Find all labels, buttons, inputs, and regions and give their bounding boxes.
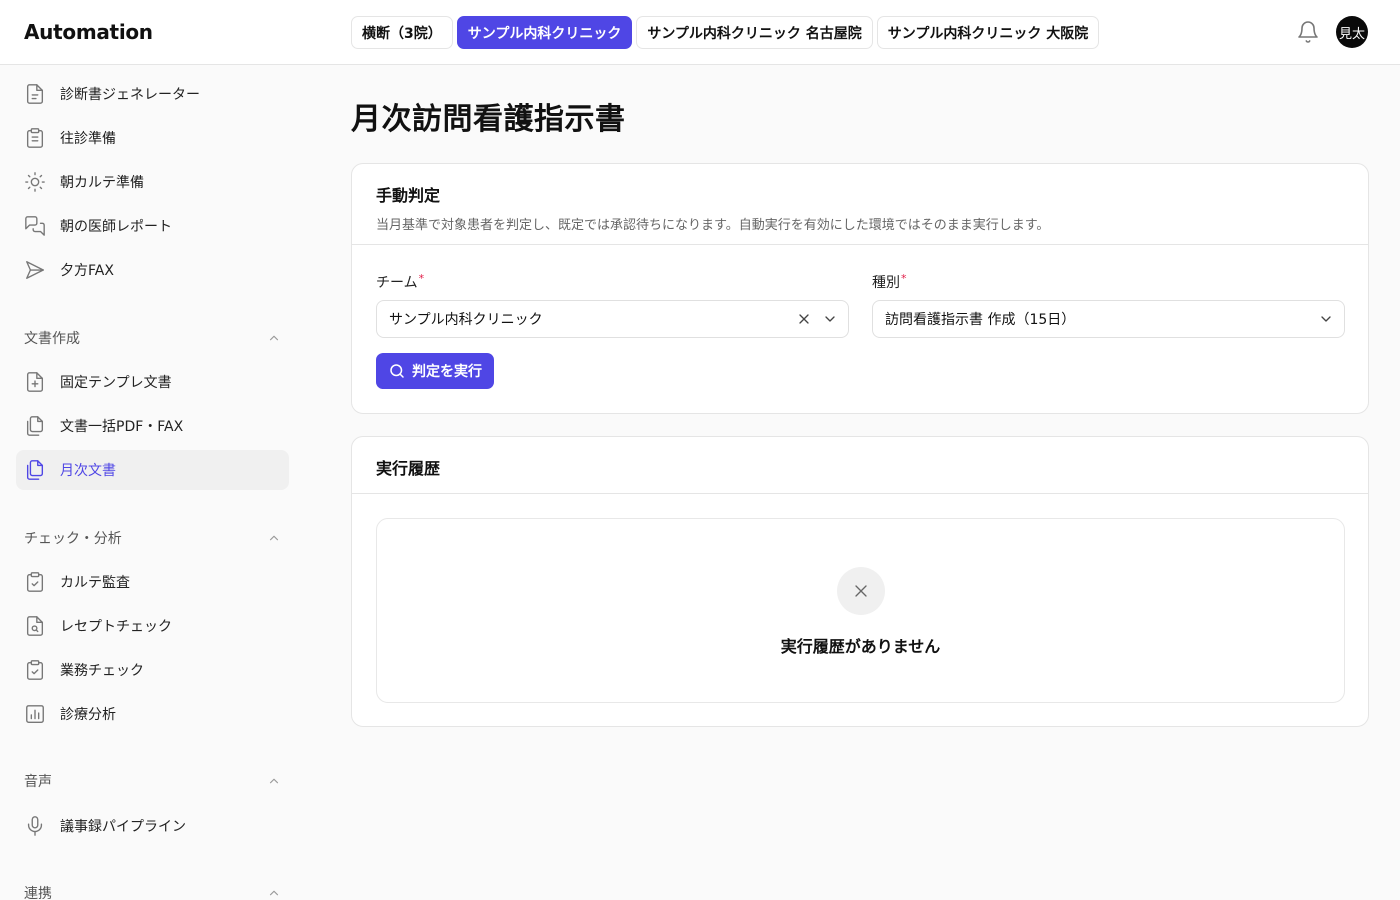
section-integration[interactable]: 連携 [16, 877, 289, 900]
team-select-value: サンプル内科クリニック [389, 312, 543, 328]
microphone-icon [24, 815, 46, 837]
sidebar-item-home-visit-prep[interactable]: 往診準備 [16, 118, 289, 158]
file-search-icon [24, 615, 46, 637]
sidebar-item-label: 議事録パイプライン [60, 819, 186, 835]
avatar[interactable]: 見太 [1336, 16, 1368, 48]
sidebar-item-evening-fax[interactable]: 夕方FAX [16, 250, 289, 290]
chevron-up-icon [269, 890, 279, 896]
section-document-creation[interactable]: 文書作成 [16, 322, 289, 354]
sidebar-item-doctor-report[interactable]: 朝の医師レポート [16, 206, 289, 246]
team-select[interactable]: サンプル内科クリニック [376, 300, 849, 338]
search-icon [390, 364, 404, 378]
chevron-down-icon [825, 316, 835, 322]
clipboard-check-icon [24, 659, 46, 681]
card-title: 実行履歴 [376, 459, 441, 478]
send-icon [24, 259, 46, 281]
clipboard-check-icon [24, 571, 46, 593]
page-title: 月次訪問看護指示書 [351, 102, 626, 137]
sidebar-item-minutes-pipeline[interactable]: 議事録パイプライン [16, 806, 289, 846]
sidebar-item-certificate-generator[interactable]: 診断書ジェネレーター [16, 74, 289, 114]
sidebar-item-label: レセプトチェック [60, 619, 172, 635]
team-label: チーム* [376, 272, 424, 292]
sidebar-item-chart-audit[interactable]: カルテ監査 [16, 562, 289, 602]
sidebar-item-label: カルテ監査 [60, 575, 130, 591]
run-judgment-label: 判定を実行 [412, 364, 482, 380]
sidebar-item-receipt-check[interactable]: レセプトチェック [16, 606, 289, 646]
top-header: Automation 横断（3院） サンプル内科クリニック サンプル内科クリニッ… [0, 0, 1400, 65]
section-title: 連携 [24, 886, 52, 900]
sidebar-item-label: 文書一括PDF・FAX [60, 419, 184, 435]
sidebar: 診断書ジェネレーター 往診準備 朝カルテ準備 朝の医師レポート 夕方FAX 文書… [0, 65, 305, 900]
card-description: 当月基準で対象患者を判定し、既定では承認待ちになります。自動実行を有効にした環境… [376, 218, 1050, 233]
file-plus-icon [24, 371, 46, 393]
type-label: 種別* [872, 272, 907, 292]
bar-chart-icon [24, 703, 46, 725]
tab-sample-clinic[interactable]: サンプル内科クリニック [456, 16, 633, 49]
sidebar-item-clinical-analysis[interactable]: 診療分析 [16, 694, 289, 734]
clipboard-list-icon [24, 127, 46, 149]
section-check-analysis[interactable]: チェック・分析 [16, 522, 289, 554]
sidebar-item-label: 夕方FAX [60, 263, 114, 279]
section-title: 音声 [24, 774, 52, 790]
sidebar-item-label: 固定テンプレ文書 [60, 375, 172, 391]
section-title: 文書作成 [24, 331, 80, 347]
tab-cross-clinic[interactable]: 横断（3院） [351, 16, 453, 49]
chat-bubbles-icon [24, 215, 46, 237]
chevron-up-icon [269, 535, 279, 541]
team-label-text: チーム [376, 275, 418, 291]
chevron-up-icon [269, 335, 279, 341]
execution-history-card: 実行履歴 実行履歴がありません [351, 436, 1369, 727]
tab-osaka[interactable]: サンプル内科クリニック 大阪院 [876, 16, 1100, 49]
sidebar-item-label: 診断書ジェネレーター [60, 87, 200, 103]
divider [352, 244, 1368, 245]
files-icon [24, 415, 46, 437]
divider [352, 493, 1368, 494]
clear-icon[interactable] [796, 311, 812, 327]
sidebar-item-monthly-documents[interactable]: 月次文書 [16, 450, 289, 490]
sidebar-item-morning-chart[interactable]: 朝カルテ準備 [16, 162, 289, 202]
empty-state: 実行履歴がありません [376, 518, 1345, 703]
required-mark: * [901, 272, 907, 285]
run-judgment-button[interactable]: 判定を実行 [376, 353, 494, 389]
sidebar-item-fixed-template[interactable]: 固定テンプレ文書 [16, 362, 289, 402]
sidebar-item-label: 往診準備 [60, 131, 116, 147]
type-select-value: 訪問看護指示書 作成（15日） [885, 312, 1076, 328]
sidebar-item-label: 診療分析 [60, 707, 116, 723]
empty-state-text: 実行履歴がありません [780, 637, 941, 656]
files-icon [24, 459, 46, 481]
sidebar-item-label: 業務チェック [60, 663, 144, 679]
sidebar-item-label: 月次文書 [60, 463, 116, 479]
manual-judgment-card: 手動判定 当月基準で対象患者を判定し、既定では承認待ちになります。自動実行を有効… [351, 163, 1369, 414]
type-select[interactable]: 訪問看護指示書 作成（15日） [872, 300, 1345, 338]
section-title: チェック・分析 [24, 531, 122, 547]
chevron-up-icon [269, 778, 279, 784]
app-logo[interactable]: Automation [24, 20, 153, 44]
card-title: 手動判定 [376, 186, 441, 205]
chevron-down-icon [1321, 316, 1331, 322]
section-voice[interactable]: 音声 [16, 765, 289, 797]
required-mark: * [418, 272, 425, 285]
clinic-tabs: 横断（3院） サンプル内科クリニック サンプル内科クリニック 名古屋院 サンプル… [351, 16, 1100, 49]
type-label-text: 種別 [872, 275, 900, 291]
sidebar-item-label: 朝の医師レポート [60, 219, 172, 235]
close-icon [837, 567, 885, 615]
bell-icon[interactable] [1296, 20, 1320, 44]
sun-icon [24, 171, 46, 193]
tab-nagoya[interactable]: サンプル内科クリニック 名古屋院 [636, 16, 873, 49]
sidebar-item-bulk-pdf-fax[interactable]: 文書一括PDF・FAX [16, 406, 289, 446]
sidebar-item-label: 朝カルテ準備 [60, 175, 144, 191]
sidebar-item-work-check[interactable]: 業務チェック [16, 650, 289, 690]
document-icon [24, 83, 46, 105]
